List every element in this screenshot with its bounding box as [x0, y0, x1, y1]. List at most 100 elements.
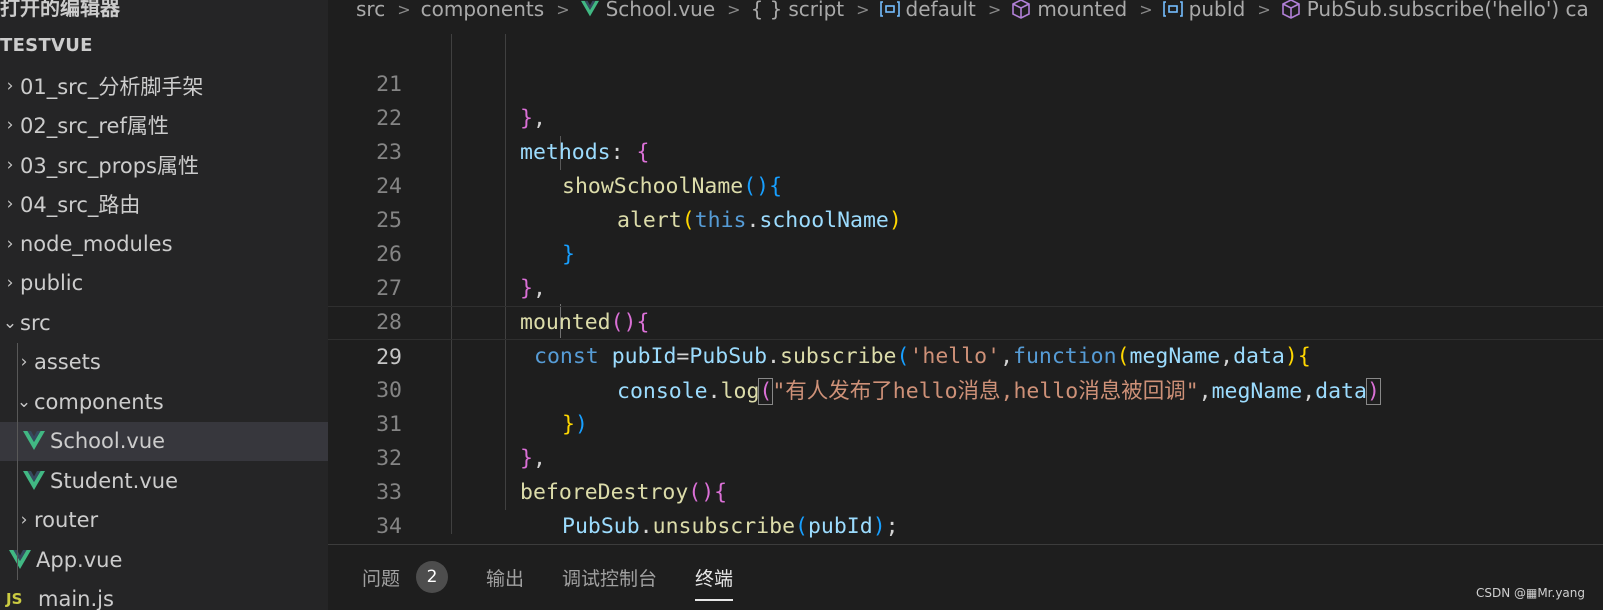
breadcrumb-label: script [788, 0, 845, 21]
indent-guide [17, 382, 18, 422]
breadcrumb-label: PubSub.subscribe('hello') ca [1306, 0, 1589, 21]
tree-item-label: School.vue [50, 429, 166, 454]
breadcrumb-pubid[interactable]: pubId > [1162, 0, 1281, 21]
tab-label: 问题 [362, 567, 401, 590]
code-editor[interactable]: 21 }, 22 methods: { 23 showSchoolName(){… [328, 34, 1603, 607]
breadcrumb-school-vue[interactable]: School.vue > [580, 0, 751, 21]
code-line-22: 22 methods: { [328, 68, 1603, 165]
tab-label: 输出 [486, 567, 525, 590]
breadcrumb-label: src [356, 0, 386, 21]
tree-folder-02-src[interactable]: › 02_src_ref属性 [0, 106, 328, 146]
open-editors-header[interactable]: 打开的编辑器 [0, 0, 120, 21]
chevron-down-icon: ⌄ [2, 312, 18, 333]
code-line-34: 34 } [328, 476, 1603, 573]
chevron-right-icon: > [856, 0, 870, 19]
tree-file-student-vue[interactable]: Student.vue [0, 461, 328, 501]
tab-output[interactable]: 输出 [486, 557, 524, 597]
breadcrumb-default[interactable]: default > [879, 0, 1012, 21]
project-title[interactable]: TESTVUE [0, 35, 93, 56]
tree-folder-03-src[interactable]: › 03_src_props属性 [0, 145, 328, 185]
code-line-21: 21 }, [328, 34, 1603, 131]
braces-icon: { } [750, 0, 783, 21]
breadcrumb-script[interactable]: { } script > [751, 0, 880, 21]
tree-folder-public[interactable]: › public [0, 264, 328, 304]
tree-folder-src[interactable]: ⌄ src [0, 303, 328, 343]
chevron-right-icon: › [6, 273, 14, 294]
chevron-right-icon: > [1139, 0, 1153, 19]
tree-file-app-vue[interactable]: App.vue [0, 540, 328, 580]
chevron-right-icon: > [727, 0, 741, 19]
chevron-right-icon: › [6, 154, 14, 175]
tree-item-label: 01_src_分析脚手架 [20, 74, 204, 99]
breadcrumb-pubsub-subscribe[interactable]: PubSub.subscribe('hello') ca [1281, 0, 1589, 21]
problems-count-badge: 2 [416, 561, 449, 593]
tree-file-main-js[interactable]: JS main.js [0, 580, 328, 610]
file-tree: › 01_src_分析脚手架 › 02_src_ref属性 › 03_src_prop… [0, 66, 328, 610]
variable-icon [1162, 1, 1183, 17]
tab-debug-console[interactable]: 调试控制台 [562, 557, 657, 597]
breadcrumb-mounted[interactable]: mounted > [1011, 0, 1162, 21]
tree-item-label: App.vue [36, 547, 123, 572]
breadcrumb-label: pubId [1188, 0, 1246, 21]
tree-folder-router[interactable]: › router [0, 500, 328, 540]
tree-file-school-vue[interactable]: School.vue [0, 421, 328, 461]
tree-item-label: router [34, 508, 99, 533]
tree-item-label: src [20, 310, 51, 335]
tree-folder-04-src[interactable]: › 04_src_路由 [0, 185, 328, 225]
tree-item-label: 03_src_props属性 [20, 153, 200, 178]
explorer-sidebar: 打开的编辑器 TESTVUE › 01_src_分析脚手架 › 02_src_ref… [0, 0, 328, 610]
vue-icon [580, 0, 599, 17]
breadcrumb-components[interactable]: components > [421, 0, 580, 21]
method-cube-icon [1012, 0, 1031, 19]
tree-folder-node-modules[interactable]: › node_modules [0, 224, 328, 264]
tree-item-label: 04_src_路由 [20, 193, 141, 218]
vue-icon [23, 431, 45, 451]
indent-guide [17, 461, 18, 501]
code-line-23: 23 showSchoolName(){ [328, 102, 1603, 199]
indent-guide [17, 540, 18, 580]
code-line-30: 30 }) [328, 340, 1603, 437]
code-line-31: 31 }, [328, 374, 1603, 471]
javascript-icon: JS [6, 590, 23, 609]
tab-terminal[interactable]: 终端 [695, 557, 734, 601]
tree-item-label: main.js [38, 587, 114, 610]
tree-folder-components[interactable]: ⌄ components [0, 382, 328, 422]
chevron-right-icon: › [6, 233, 14, 254]
chevron-right-icon: > [1257, 0, 1271, 19]
variable-icon [879, 1, 900, 17]
tab-label: 调试控制台 [562, 567, 658, 590]
breadcrumb-src[interactable]: src > [356, 0, 421, 21]
vue-icon [23, 470, 45, 490]
code-line-26: 26 }, [328, 204, 1603, 301]
indent-guide [17, 421, 18, 461]
code-line-28: 28 const pubId=PubSub.subscribe('hello',… [328, 272, 1603, 369]
code-line-35: 35 } [328, 510, 1603, 607]
code-line-33: 33 PubSub.unsubscribe(pubId); [328, 442, 1603, 539]
code-line-25: 25 } [328, 170, 1603, 267]
code-line-24: 24 alert(this.schoolName) [328, 136, 1603, 233]
code-line-27: 27 mounted(){ [328, 238, 1603, 335]
breadcrumb-label: School.vue [605, 0, 716, 21]
tree-folder-01-src[interactable]: › 01_src_分析脚手架 [0, 66, 328, 106]
tab-problems[interactable]: 问题 2 [362, 557, 449, 597]
tree-folder-assets[interactable]: › assets [0, 342, 328, 382]
tree-item-label: Student.vue [50, 468, 178, 493]
breadcrumb-label: mounted [1037, 0, 1128, 21]
chevron-right-icon: > [397, 0, 411, 19]
chevron-right-icon: > [556, 0, 570, 19]
watermark: CSDN @▦Mr.yang [1475, 586, 1585, 600]
tree-item-label: public [20, 271, 84, 296]
chevron-right-icon: › [6, 75, 14, 96]
tree-item-label: assets [34, 350, 101, 375]
panel-tabs: 问题 2 输出 调试控制台 终端 [362, 557, 771, 601]
chevron-right-icon: › [6, 115, 14, 136]
breadcrumb-label: components [420, 0, 545, 21]
tree-item-label: node_modules [20, 231, 173, 256]
method-cube-icon [1281, 0, 1300, 19]
code-line-29: 29 console.log("有人发布了hello消息,hello消息被回调"… [328, 306, 1603, 405]
breadcrumb: src > components > School.vue > { } script >… [328, 0, 1603, 24]
breadcrumb-label: default [905, 0, 976, 21]
tree-item-label: 02_src_ref属性 [20, 114, 169, 139]
chevron-right-icon: › [6, 194, 14, 215]
tab-label: 终端 [695, 567, 734, 590]
